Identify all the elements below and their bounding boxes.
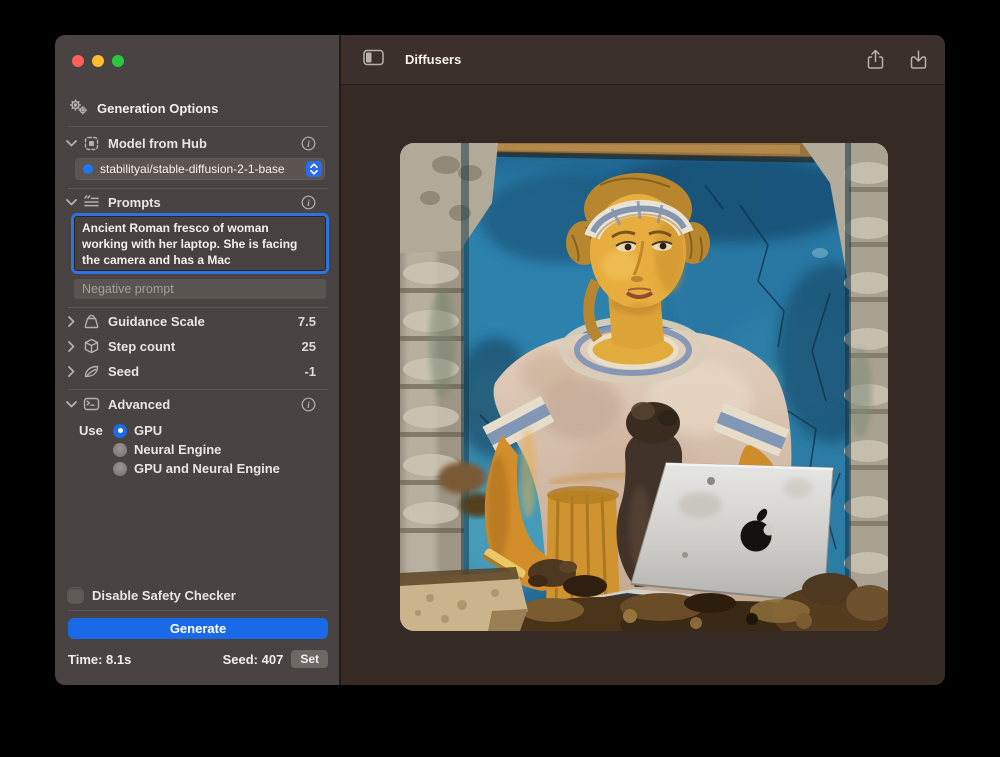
svg-text:i: i [307,400,310,410]
generated-image[interactable] [400,143,888,631]
safety-checker-row: Disable Safety Checker [68,588,236,603]
divider [68,389,328,390]
chevron-down-icon[interactable] [65,199,77,206]
radio-gpu-and-neural-engine-label: GPU and Neural Engine [134,461,280,476]
info-icon[interactable]: i [301,136,316,151]
chevron-right-icon[interactable] [65,341,77,352]
terminal-icon [83,397,100,411]
chevron-down-icon[interactable] [65,140,77,147]
safety-checkbox[interactable] [68,588,83,603]
stepper-icon[interactable] [306,161,322,177]
titlebar: Diffusers [341,35,945,85]
seed-label: Seed [108,364,139,379]
minimize-button[interactable] [92,55,104,67]
model-select-value: stabilityai/stable-diffusion-2-1-base [100,162,306,176]
radio-neural-engine-label: Neural Engine [134,442,221,457]
divider [68,307,328,308]
negative-prompt-input[interactable] [74,279,326,299]
main-panel: Diffusers [341,35,945,685]
app-window: Generation Options Model from Hub i stab… [55,35,945,685]
sidebar: Generation Options Model from Hub i stab… [55,35,341,685]
gears-icon [69,99,88,118]
generation-options-title: Generation Options [97,101,218,116]
traffic-lights [72,55,124,67]
radio-gpu-label: GPU [134,423,162,438]
info-icon[interactable]: i [301,397,316,412]
svg-text:i: i [307,139,310,149]
advanced-section-label: Advanced [108,397,170,412]
safety-checkbox-label: Disable Safety Checker [92,588,236,603]
prompts-section-label: Prompts [108,195,161,210]
time-text: Time: 8.1s [68,652,131,667]
toggle-sidebar-icon[interactable] [363,49,384,71]
prompts-section-row[interactable]: Prompts i [55,191,339,213]
seed-row[interactable]: Seed -1 [55,360,339,382]
save-icon[interactable] [910,49,927,70]
model-select[interactable]: stabilityai/stable-diffusion-2-1-base [75,158,325,180]
svg-text:i: i [307,198,310,208]
close-button[interactable] [72,55,84,67]
chevron-right-icon[interactable] [65,316,77,327]
radio-gpu[interactable] [113,424,127,438]
cube-icon [83,338,100,355]
generate-button[interactable]: Generate [68,618,328,639]
generation-options-header: Generation Options [69,99,218,118]
image-canvas [341,85,945,685]
leaf-icon [83,364,100,379]
chevron-down-icon[interactable] [65,401,77,408]
scale-weight-icon [83,313,100,329]
chevron-right-icon[interactable] [65,366,77,377]
radio-gpu-and-neural-engine[interactable] [113,462,127,476]
guidance-scale-label: Guidance Scale [108,314,205,329]
status-footer: Time: 8.1s Seed: 407 Set [68,650,328,668]
guidance-scale-row[interactable]: Guidance Scale 7.5 [55,310,339,332]
prompt-input[interactable]: Ancient Roman fresco of woman working wi… [74,216,326,271]
use-label: Use [79,423,113,438]
step-count-row[interactable]: Step count 25 [55,335,339,357]
step-count-label: Step count [108,339,175,354]
divider [68,610,328,611]
model-dot-icon [83,164,93,174]
fresco-illustration [400,143,888,631]
step-count-value: 25 [302,339,316,354]
divider [68,126,328,127]
set-seed-button[interactable]: Set [291,650,328,668]
guidance-scale-value: 7.5 [298,314,316,329]
cpu-icon [83,135,100,152]
text-quote-icon [83,195,100,209]
share-icon[interactable] [867,49,884,70]
model-section-row[interactable]: Model from Hub i [55,132,339,154]
info-icon[interactable]: i [301,195,316,210]
seed-value: -1 [304,364,316,379]
advanced-section-row[interactable]: Advanced i [55,393,339,415]
window-title: Diffusers [405,52,461,67]
divider [68,188,328,189]
radio-neural-engine[interactable] [113,443,127,457]
compute-unit-group: Use GPU Neural Engine GPU and Neural Eng… [79,421,280,478]
zoom-button[interactable] [112,55,124,67]
model-section-label: Model from Hub [108,136,207,151]
seed-result-text: Seed: 407 [223,652,284,667]
